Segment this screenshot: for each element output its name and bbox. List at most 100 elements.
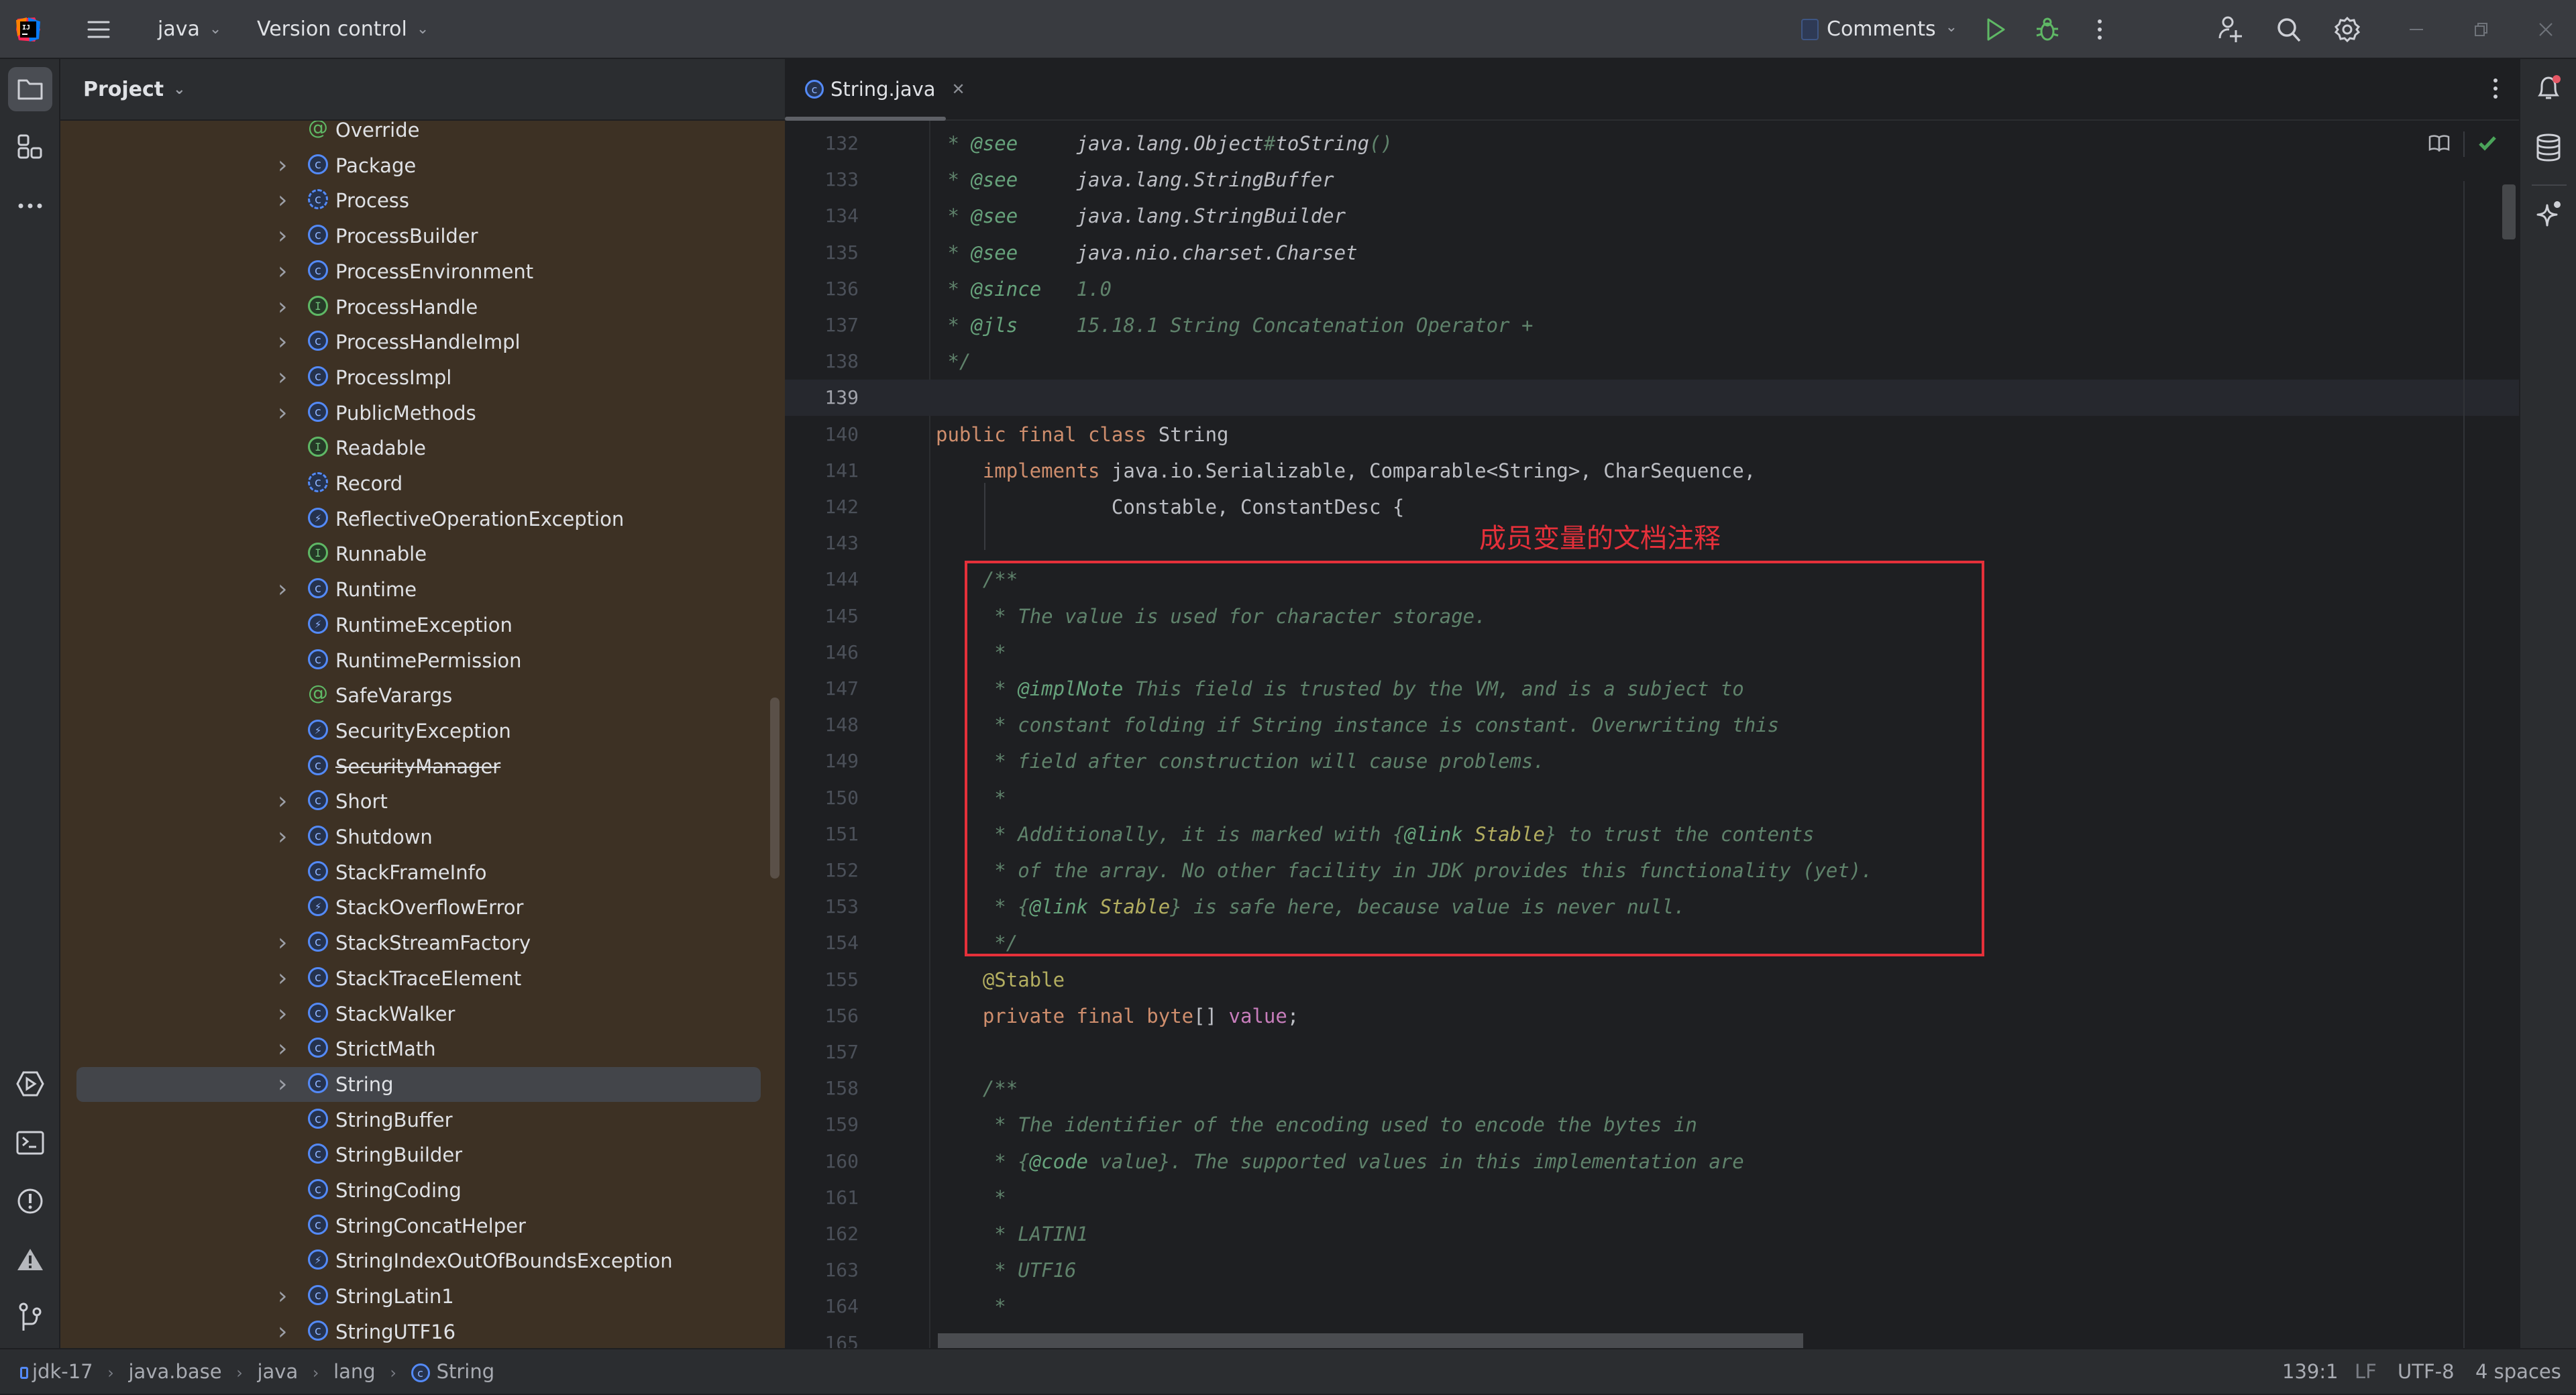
line-number[interactable]: 150 <box>785 780 859 816</box>
tree-item[interactable]: › c StackTraceElement <box>76 961 761 996</box>
tree-item[interactable]: ⚡ StringIndexOutOfBoundsException <box>76 1243 761 1278</box>
project-selector[interactable]: java ⌄ <box>158 0 221 59</box>
line-number[interactable]: 156 <box>785 998 859 1034</box>
line-number[interactable]: 135 <box>785 235 859 271</box>
code-line[interactable]: 159 * The identifier of the encoding use… <box>785 1107 2519 1143</box>
tree-item[interactable]: c StringConcatHelper <box>76 1209 761 1243</box>
line-number[interactable]: 133 <box>785 162 859 198</box>
run-config-selector[interactable]: Comments ⌄ <box>1801 0 1957 59</box>
code-line[interactable]: 155 @Stable <box>785 962 2519 998</box>
structure-tool-button[interactable] <box>8 125 52 169</box>
tab-options-button[interactable] <box>2492 78 2499 102</box>
code-line[interactable]: 132 * @see java.lang.Object#toString() <box>785 125 2519 162</box>
line-number[interactable]: 139 <box>785 380 859 416</box>
code-line[interactable]: 139 <box>785 380 2519 416</box>
tree-item[interactable]: @ SafeVarargs <box>76 678 761 713</box>
code-line[interactable]: 162 * LATIN1 <box>785 1216 2519 1252</box>
line-number[interactable]: 136 <box>785 271 859 307</box>
line-number[interactable]: 165 <box>785 1325 859 1348</box>
tree-item[interactable]: c StringCoding <box>76 1173 761 1208</box>
minimize-button[interactable] <box>2402 15 2431 44</box>
line-number[interactable]: 146 <box>785 634 859 671</box>
close-button[interactable] <box>2531 15 2561 44</box>
ai-assistant-button[interactable] <box>2527 193 2570 236</box>
tree-item[interactable]: c RuntimePermission <box>76 643 761 678</box>
tree-item[interactable]: › c ProcessEnvironment <box>76 254 761 289</box>
tree-item[interactable]: c SecurityManager <box>76 749 761 784</box>
debug-button[interactable] <box>2033 15 2062 44</box>
tree-item[interactable]: › c Short <box>76 784 761 819</box>
line-number[interactable]: 163 <box>785 1252 859 1288</box>
tree-item[interactable]: › c String <box>76 1067 761 1102</box>
tree-item[interactable]: › c Process <box>76 183 761 218</box>
line-number[interactable]: 149 <box>785 743 859 779</box>
breadcrumb-item[interactable]: String <box>437 1360 495 1383</box>
project-tree-scrollbar[interactable] <box>770 698 780 879</box>
problems-tool-button[interactable] <box>8 1179 52 1223</box>
tree-item[interactable]: › c StackWalker <box>76 997 761 1031</box>
database-button[interactable] <box>2527 126 2570 169</box>
expand-arrow-icon[interactable]: › <box>278 961 287 996</box>
line-number[interactable]: 137 <box>785 307 859 343</box>
project-view-selector[interactable]: Project ⌄ <box>83 59 186 123</box>
main-menu-icon[interactable] <box>84 15 113 44</box>
expand-arrow-icon[interactable]: › <box>278 219 287 254</box>
tree-item[interactable]: ⚡ ReflectiveOperationException <box>76 502 761 537</box>
expand-arrow-icon[interactable]: › <box>278 1067 287 1102</box>
expand-arrow-icon[interactable]: › <box>278 784 287 819</box>
expand-arrow-icon[interactable]: › <box>278 926 287 960</box>
expand-arrow-icon[interactable]: › <box>278 396 287 431</box>
tree-item[interactable]: c Record <box>76 466 761 501</box>
tree-item[interactable]: › c Package <box>76 148 761 183</box>
line-number[interactable]: 160 <box>785 1143 859 1180</box>
expand-arrow-icon[interactable]: › <box>278 1279 287 1314</box>
line-number[interactable]: 164 <box>785 1288 859 1325</box>
terminal-tool-button[interactable] <box>8 1121 52 1165</box>
line-number[interactable]: 157 <box>785 1034 859 1070</box>
line-number[interactable]: 144 <box>785 561 859 598</box>
tree-item[interactable]: › c StackStreamFactory <box>76 926 761 960</box>
more-actions-button[interactable] <box>2085 15 2114 44</box>
code-editor[interactable]: 132 * @see java.lang.Object#toString() 13… <box>785 121 2519 1348</box>
code-line[interactable]: 140 public final class String <box>785 416 2519 453</box>
line-number[interactable]: 142 <box>785 489 859 525</box>
tree-item[interactable]: @ Override <box>76 121 761 148</box>
code-line[interactable]: 135 * @see java.nio.charset.Charset <box>785 235 2519 271</box>
close-tab-icon[interactable]: ✕ <box>952 80 965 99</box>
indent-setting[interactable]: 4 spaces <box>2475 1349 2561 1394</box>
tree-item[interactable]: › c ProcessHandleImpl <box>76 325 761 359</box>
tree-item[interactable]: › I ProcessHandle <box>76 290 761 325</box>
project-tool-button[interactable] <box>8 67 52 111</box>
vcs-selector[interactable]: Version control ⌄ <box>257 0 429 59</box>
editor-horizontal-scrollbar[interactable] <box>938 1333 1803 1348</box>
expand-arrow-icon[interactable]: › <box>278 148 287 183</box>
caret-position[interactable]: 139:1 <box>2282 1349 2339 1394</box>
line-number[interactable]: 154 <box>785 925 859 961</box>
line-number[interactable]: 134 <box>785 198 859 234</box>
line-number[interactable]: 159 <box>785 1107 859 1143</box>
restore-button[interactable] <box>2467 15 2496 44</box>
breadcrumb-item[interactable]: java <box>257 1360 298 1383</box>
expand-arrow-icon[interactable]: › <box>278 1315 287 1348</box>
reader-mode-button[interactable] <box>2428 134 2450 154</box>
app-logo-icon[interactable]: IJ <box>13 15 43 44</box>
breadcrumb-item[interactable]: java.base <box>128 1360 221 1383</box>
tree-item[interactable]: › c Runtime <box>76 572 761 607</box>
code-line[interactable]: 136 * @since 1.0 <box>785 271 2519 307</box>
code-line[interactable]: 156 private final byte[] value; <box>785 998 2519 1034</box>
code-line[interactable]: 138 */ <box>785 343 2519 380</box>
line-number[interactable]: 153 <box>785 889 859 925</box>
tree-item[interactable]: ⚡ SecurityException <box>76 714 761 748</box>
code-line[interactable]: 163 * UTF16 <box>785 1252 2519 1288</box>
expand-arrow-icon[interactable]: › <box>278 997 287 1031</box>
code-line[interactable]: 134 * @see java.lang.StringBuilder <box>785 198 2519 234</box>
tree-item[interactable]: c StackFrameInfo <box>76 855 761 890</box>
line-number[interactable]: 161 <box>785 1180 859 1216</box>
settings-button[interactable] <box>2332 15 2362 44</box>
line-number[interactable]: 132 <box>785 125 859 162</box>
code-line[interactable]: 137 * @jls 15.18.1 String Concatenation … <box>785 307 2519 343</box>
tree-item[interactable]: c StringBuffer <box>76 1103 761 1137</box>
expand-arrow-icon[interactable]: › <box>278 254 287 289</box>
tree-item[interactable]: › c StringLatin1 <box>76 1279 761 1314</box>
line-number[interactable]: 141 <box>785 453 859 489</box>
